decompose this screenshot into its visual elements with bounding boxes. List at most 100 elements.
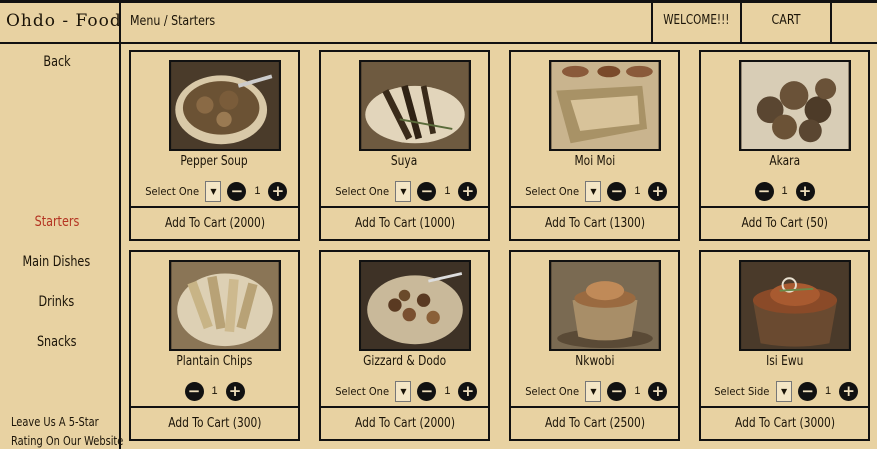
option-select[interactable]: Select One ▼ <box>332 180 412 202</box>
sidebar-item-label: Main Dishes <box>22 254 91 270</box>
plus-icon[interactable]: + <box>795 181 815 201</box>
chevron-down-icon: ▼ <box>205 180 222 202</box>
product-name: Nkwobi <box>511 354 678 369</box>
select-value: Select Side <box>714 384 770 398</box>
product-name-text: Moi Moi <box>574 154 615 169</box>
minus-icon[interactable]: − <box>754 181 774 201</box>
sidebar-item-starters[interactable]: Starters <box>0 214 113 230</box>
welcome-text: WELCOME!!! <box>663 13 730 28</box>
option-select[interactable]: Select One ▼ <box>522 380 602 402</box>
plus-icon[interactable]: + <box>458 181 478 201</box>
product-controls: Select One ▼ − 1 + <box>511 180 678 202</box>
add-to-cart-button[interactable]: Add To Cart (1000) <box>321 206 488 239</box>
add-to-cart-button[interactable]: Add To Cart (50) <box>701 206 868 239</box>
brand-logo: Ohdo - Food <box>0 3 121 42</box>
add-to-cart-label: Add To Cart (2500) <box>544 416 645 431</box>
product-card-plantain-chips: Plantain Chips − 1 + Add To Cart (300) <box>129 250 300 441</box>
option-select[interactable]: Select One ▼ <box>332 380 412 402</box>
sidebar-item-main-dishes[interactable]: Main Dishes <box>0 254 113 270</box>
back-label: Back <box>42 54 71 70</box>
add-to-cart-button[interactable]: Add To Cart (2000) <box>131 206 298 239</box>
minus-icon[interactable]: − <box>227 181 247 201</box>
gizzard-dodo-image <box>359 260 471 351</box>
chevron-down-icon: ▼ <box>395 180 412 202</box>
select-value: Select One <box>524 384 579 398</box>
cart-label: CART <box>771 13 801 28</box>
minus-icon[interactable]: − <box>417 381 437 401</box>
add-to-cart-button[interactable]: Add To Cart (1300) <box>511 206 678 239</box>
quantity-value: 1 <box>211 385 218 397</box>
quantity-value: 1 <box>781 185 788 197</box>
product-controls: Select One ▼ − 1 + <box>321 380 488 402</box>
minus-icon[interactable]: − <box>417 181 437 201</box>
quantity-value: 1 <box>825 385 832 397</box>
sidebar-item-drinks[interactable]: Drinks <box>0 294 113 310</box>
product-controls: Select Side ▼ − 1 + <box>701 380 868 402</box>
minus-icon[interactable]: − <box>798 381 818 401</box>
product-card-suya: Suya Select One ▼ − 1 + Add To Cart (1000… <box>319 50 490 241</box>
breadcrumb: Menu / Starters <box>130 14 216 29</box>
sidebar-item-label: Drinks <box>38 294 75 310</box>
quantity-value: 1 <box>254 185 261 197</box>
product-name-text: Pepper Soup <box>180 154 249 169</box>
add-to-cart-button[interactable]: Add To Cart (2000) <box>321 406 488 439</box>
add-to-cart-label: Add To Cart (1000) <box>354 216 455 231</box>
plus-icon[interactable]: + <box>268 181 288 201</box>
plus-icon[interactable]: + <box>225 381 245 401</box>
cart-button[interactable]: CART <box>742 3 832 42</box>
product-name-text: Akara <box>769 154 800 169</box>
select-value: Select One <box>144 184 199 198</box>
product-name: Gizzard & Dodo <box>321 354 488 369</box>
product-name: Suya <box>321 154 488 169</box>
minus-icon[interactable]: − <box>607 381 627 401</box>
quantity-value: 1 <box>634 385 641 397</box>
add-to-cart-button[interactable]: Add To Cart (300) <box>131 406 298 439</box>
sidebar: Back Starters Main Dishes Drinks Snacks … <box>0 44 123 449</box>
product-name: Isi Ewu <box>701 354 868 369</box>
chevron-down-icon: ▼ <box>585 180 602 202</box>
chevron-down-icon: ▼ <box>585 380 602 402</box>
option-select[interactable]: Select One ▼ <box>142 180 222 202</box>
plus-icon[interactable]: + <box>839 381 859 401</box>
product-card-moi-moi: Moi Moi Select One ▼ − 1 + Add To Cart (1… <box>509 50 680 241</box>
product-name: Moi Moi <box>511 154 678 169</box>
chevron-down-icon: ▼ <box>395 380 412 402</box>
product-controls: − 1 + <box>131 380 298 402</box>
product-name: Akara <box>701 154 868 169</box>
back-link[interactable]: Back <box>0 54 113 70</box>
product-name: Plantain Chips <box>131 354 298 369</box>
select-value: Select One <box>334 184 389 198</box>
product-controls: − 1 + <box>701 180 868 202</box>
add-to-cart-button[interactable]: Add To Cart (2500) <box>511 406 678 439</box>
quantity-value: 1 <box>444 185 451 197</box>
minus-icon[interactable]: − <box>607 181 627 201</box>
top-bar: Ohdo - Food Menu / Starters WELCOME!!! C… <box>0 0 877 44</box>
add-to-cart-button[interactable]: Add To Cart (3000) <box>701 406 868 439</box>
add-to-cart-label: Add To Cart (1300) <box>544 216 645 231</box>
select-value: Select One <box>524 184 579 198</box>
option-select[interactable]: Select Side ▼ <box>711 380 793 402</box>
option-select[interactable]: Select One ▼ <box>522 180 602 202</box>
rating-line-1: Leave Us A 5-Star <box>11 415 99 429</box>
product-card-isi-ewu: Isi Ewu Select Side ▼ − 1 + Add To Cart (… <box>699 250 870 441</box>
product-card-nkwobi: Nkwobi Select One ▼ − 1 + Add To Cart (25… <box>509 250 680 441</box>
plus-icon[interactable]: + <box>648 381 668 401</box>
product-name: Pepper Soup <box>131 154 298 169</box>
plus-icon[interactable]: + <box>648 181 668 201</box>
chevron-down-icon: ▼ <box>776 380 793 402</box>
isi-ewu-image <box>739 260 851 351</box>
select-value: Select One <box>334 384 389 398</box>
pepper-soup-image <box>169 60 281 151</box>
rating-prompt: Leave Us A 5-Star Rating On Our Website <box>11 413 123 449</box>
add-to-cart-label: Add To Cart (3000) <box>734 416 835 431</box>
minus-icon[interactable]: − <box>184 381 204 401</box>
product-name-text: Suya <box>391 154 418 169</box>
plus-icon[interactable]: + <box>458 381 478 401</box>
sidebar-item-label: Snacks <box>36 334 77 350</box>
welcome-label: WELCOME!!! <box>651 3 742 42</box>
product-controls: Select One ▼ − 1 + <box>131 180 298 202</box>
sidebar-item-snacks[interactable]: Snacks <box>0 334 113 350</box>
quantity-value: 1 <box>444 385 451 397</box>
product-controls: Select One ▼ − 1 + <box>511 380 678 402</box>
sidebar-item-label: Starters <box>34 214 79 230</box>
